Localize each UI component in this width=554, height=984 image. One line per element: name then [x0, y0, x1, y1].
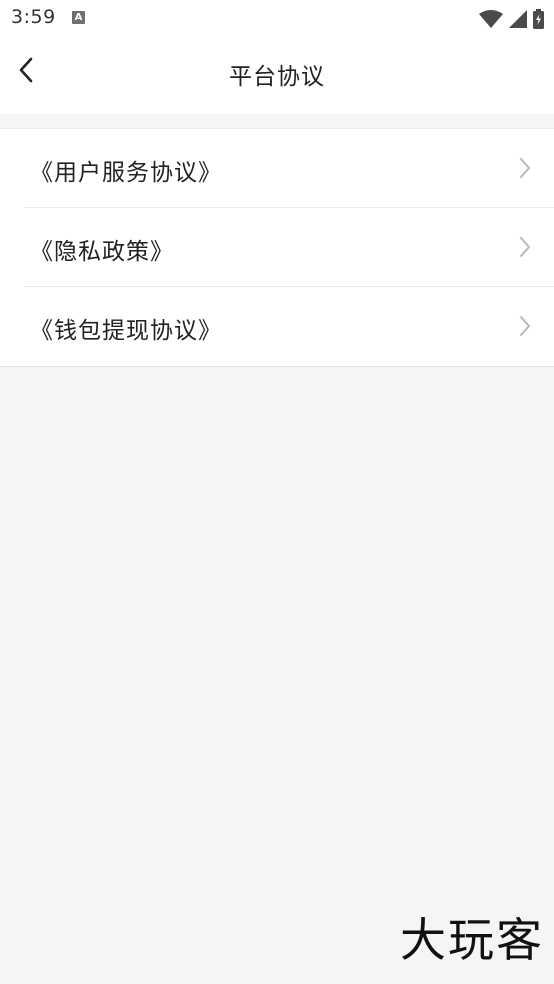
app-header: 平台协议: [0, 38, 554, 114]
chevron-right-icon: [520, 316, 530, 336]
wifi-icon: [479, 10, 503, 28]
status-bar: 3:59 A: [0, 0, 554, 38]
signal-icon: [509, 10, 527, 28]
watermark-logo: 大玩客: [400, 913, 544, 967]
list-item-user-service-agreement[interactable]: 《用户服务协议》: [24, 129, 554, 208]
list-item-label: 《钱包提现协议》: [30, 318, 222, 344]
list-item-label: 《隐私政策》: [30, 239, 174, 265]
status-time: 3:59: [11, 6, 56, 28]
agreement-list: 《用户服务协议》 《隐私政策》 《钱包提现协议》: [0, 128, 554, 367]
battery-icon: [533, 9, 544, 29]
chevron-right-icon: [520, 237, 530, 257]
page-title: 平台协议: [229, 64, 325, 90]
list-item-privacy-policy[interactable]: 《隐私政策》: [24, 208, 554, 287]
list-item-wallet-withdrawal-agreement[interactable]: 《钱包提现协议》: [24, 287, 554, 366]
a-icon: A: [72, 11, 85, 24]
status-icons: [479, 8, 544, 30]
chevron-right-icon: [520, 158, 530, 178]
list-item-label: 《用户服务协议》: [30, 160, 222, 186]
